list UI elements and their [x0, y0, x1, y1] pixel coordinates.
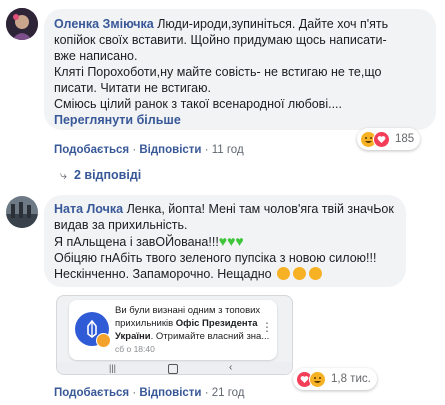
kiss-emoji-icon	[293, 267, 307, 280]
avatar[interactable]	[6, 8, 38, 40]
comment-text-line: Смiюсь цiлий ранок з такої всенародної л…	[54, 97, 342, 111]
notification-card: Ви були визнані одним з топових прихильн…	[69, 300, 277, 360]
comment-author[interactable]: Ната Лочка	[54, 202, 123, 216]
notification-badge-icon	[96, 333, 111, 348]
attached-image[interactable]: Ви були визнані одним з топових прихильн…	[56, 295, 293, 375]
avatar-image	[6, 8, 38, 40]
nav-home-icon	[168, 364, 178, 374]
nav-recent-icon: |||	[109, 363, 117, 373]
kiss-emoji-icon	[277, 267, 291, 280]
comment-bubble: Ната Лочка Ленка, йопта! Мені там чолов'…	[44, 195, 406, 287]
comment-text-line: Люди-ироди,зупиніться. Дайте хоч п'ять	[157, 17, 389, 31]
avatar[interactable]	[6, 196, 38, 228]
reply-arrow-icon: ⤷	[60, 168, 71, 182]
comment-text-line: Нескінченно. Запаморочно. Нещадно	[54, 267, 272, 281]
notification-text: Ви були визнані одним з топових прихильн…	[115, 305, 270, 342]
more-options-icon: ⋮	[261, 320, 273, 334]
kiss-emoji-icon	[309, 267, 323, 280]
reply-link[interactable]: Відповісти	[139, 144, 201, 156]
view-replies-link[interactable]: ⤷ 2 відповіді	[60, 168, 141, 183]
love-reaction-icon	[373, 130, 390, 148]
comment-bubble: Оленка Зміючка Люди-ироди,зупиніться. Да…	[44, 9, 436, 130]
comment-text-line: Кляті Порохоботи,ну майте совість- не вс…	[54, 65, 382, 79]
nav-back-icon: ‹	[229, 362, 233, 373]
phone-nav-bar: ||| ‹	[57, 362, 292, 374]
timestamp[interactable]: 21 год	[212, 387, 245, 399]
comment-text-line: писати. Читати не встигаю.	[54, 81, 211, 95]
comment-text-line: видав за прихильність.	[54, 218, 188, 232]
reactions-count: 1,8 тис.	[331, 373, 371, 385]
comment-actions: Подобається · Відповісти · 21 год	[54, 387, 245, 399]
like-link[interactable]: Подобається	[54, 387, 129, 399]
notification-avatar	[75, 312, 111, 348]
comment-text-line: Обіцяю гнАбіть твого зеленого пупсіка з …	[54, 251, 377, 265]
reply-link[interactable]: Відповісти	[139, 387, 201, 399]
reactions-summary[interactable]: 1,8 тис.	[293, 368, 377, 390]
replies-count-label: 2 відповіді	[73, 168, 142, 182]
notification-time: сб о 18:40	[115, 344, 155, 354]
green-heart-icon: ♥♥♥	[218, 233, 244, 249]
comment-actions: Подобається · Відповісти · 11 год	[54, 144, 244, 156]
reactions-count: 185	[395, 133, 415, 145]
avatar-image	[6, 196, 38, 228]
comment-author[interactable]: Оленка Зміючка	[54, 17, 154, 31]
comment-text-line: копійок своїх вставити. Щойно придумаю щ…	[54, 33, 387, 47]
like-link[interactable]: Подобається	[54, 144, 129, 156]
haha-reaction-icon	[309, 370, 326, 388]
comment-text-line: Я пАльщена і завОЙована!!!	[54, 235, 219, 249]
reactions-summary[interactable]: 185	[357, 128, 421, 150]
timestamp[interactable]: 11 год	[212, 144, 244, 156]
comment-text-line: вже написано.	[54, 49, 138, 63]
see-more-link[interactable]: Переглянути більше	[54, 113, 181, 127]
comment-text-line: Ленка, йопта! Мені там чолов'яга твій зн…	[126, 202, 394, 216]
